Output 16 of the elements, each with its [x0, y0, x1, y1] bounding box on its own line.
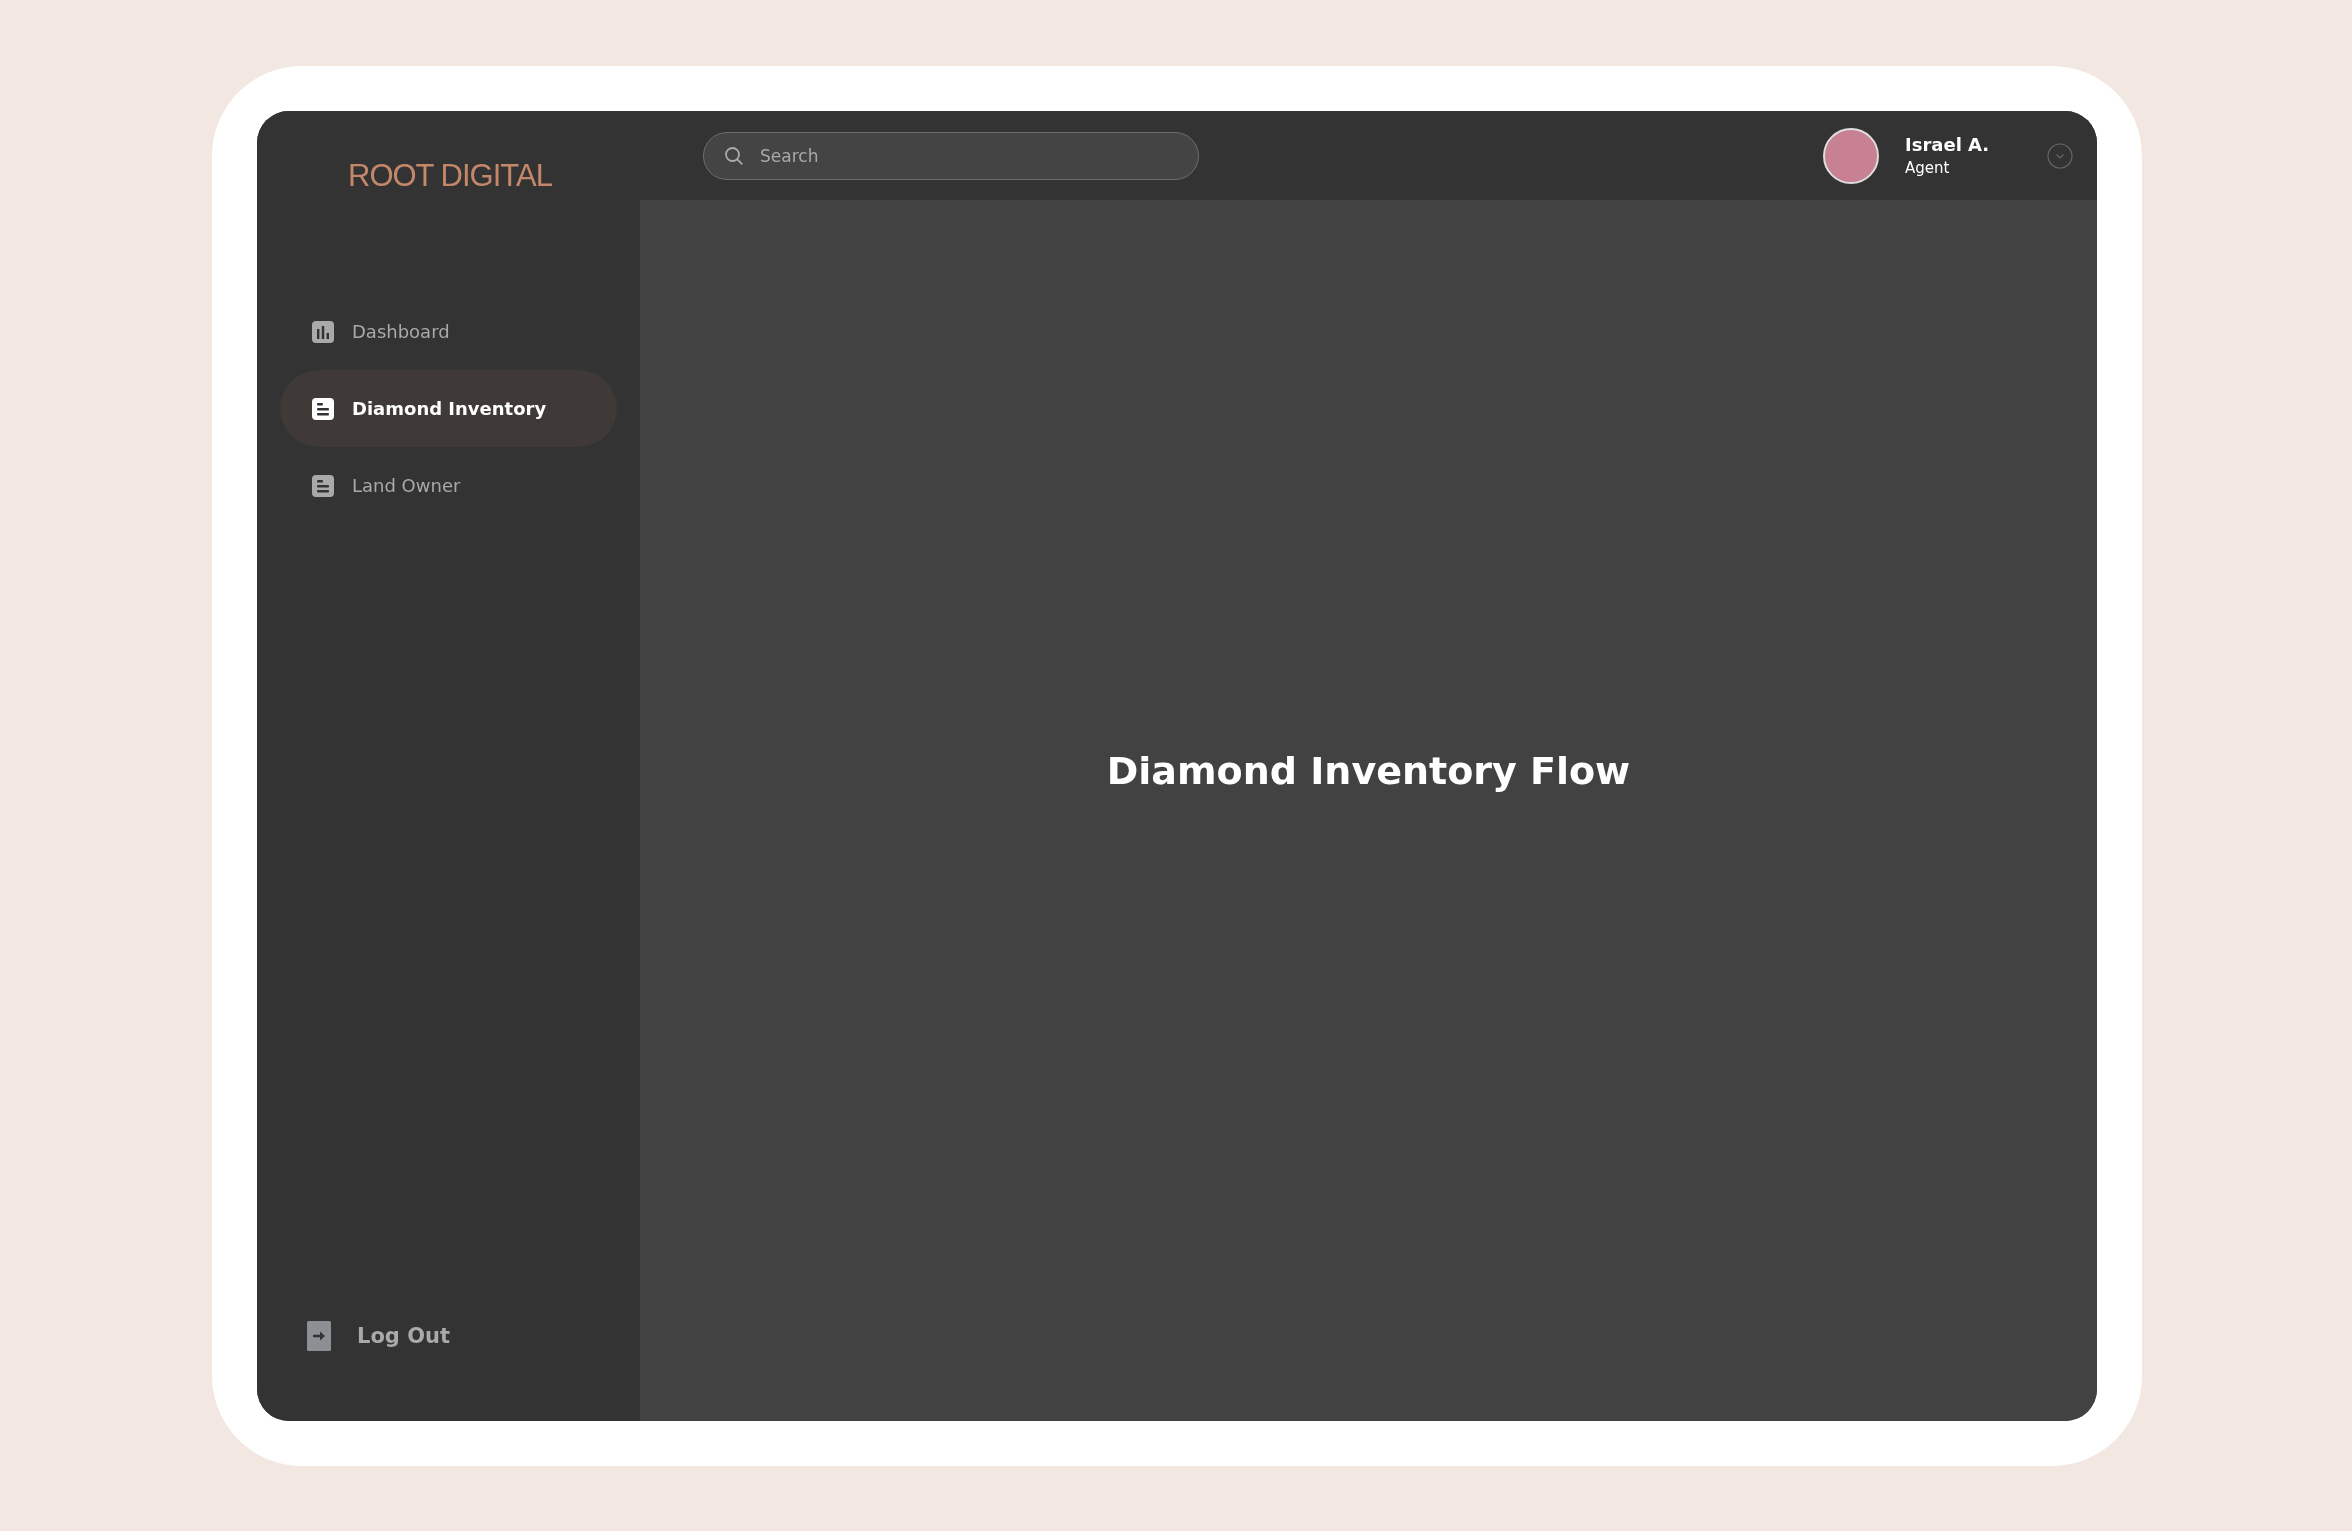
document-icon: [312, 397, 334, 420]
dropdown-button[interactable]: [2047, 142, 2073, 169]
logo-text: ROOT DIGITAL: [348, 157, 552, 195]
page-title: Diamond Inventory Flow: [1106, 748, 1631, 793]
user-name: Israel A.: [1905, 134, 1991, 155]
avatar: [1823, 127, 1879, 184]
document-icon: [312, 474, 334, 497]
bar-chart-icon: [312, 320, 334, 343]
logout-button[interactable]: Log Out: [307, 1321, 450, 1351]
chevron-down-icon: [2047, 142, 2073, 169]
search-field[interactable]: Search: [703, 131, 1199, 180]
nav-item[interactable]: Diamond Inventory: [280, 370, 617, 447]
logout-icon: [307, 1321, 331, 1351]
user-role: Agent: [1905, 159, 1951, 177]
nav-item[interactable]: Dashboard: [280, 293, 617, 370]
nav-item[interactable]: Land Owner: [280, 447, 617, 524]
